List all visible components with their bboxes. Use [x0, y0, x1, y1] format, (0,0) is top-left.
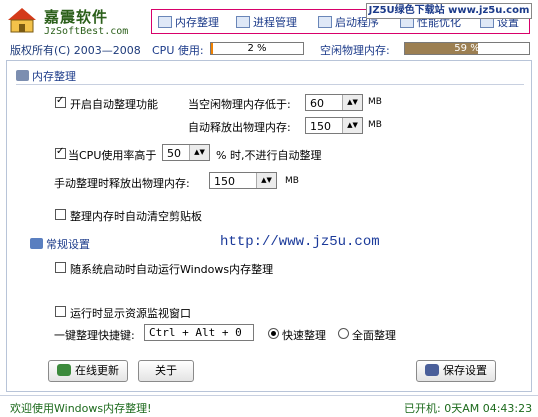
save-settings-label: 保存设置: [443, 364, 487, 377]
cpu-usage-label: CPU 使用:: [152, 44, 204, 57]
memory-section-divider: [16, 84, 524, 85]
startup-icon: [318, 16, 332, 28]
general-section-icon: [30, 238, 43, 249]
auto-enable-checkbox[interactable]: [55, 95, 66, 108]
full-cleanup-radio[interactable]: [338, 328, 349, 339]
clipboard-label: 整理内存时自动清空剪贴板: [70, 210, 202, 223]
quick-cleanup-label: 快速整理: [282, 329, 326, 342]
manual-release-unit: MB: [285, 176, 299, 186]
manual-release-value: 150: [214, 175, 235, 188]
cpu-threshold-value: 50: [167, 147, 181, 160]
spinner-arrows-icon[interactable]: ▲▼: [189, 145, 209, 160]
monitor-label: 运行时显示资源监视窗口: [70, 307, 191, 320]
free-memory-label: 空闲物理内存:: [320, 44, 390, 57]
status-welcome: 欢迎使用Windows内存整理!: [10, 402, 152, 415]
cpu-condition-checkbox[interactable]: [55, 146, 66, 159]
save-icon: [425, 364, 439, 376]
cpu-usage-bar: 2 %: [210, 42, 304, 55]
cpu-threshold-spinner[interactable]: 50 ▲▼: [162, 144, 210, 161]
status-uptime: 已开机: 0天AM 04:43:23: [404, 402, 533, 415]
threshold-value: 60: [310, 97, 324, 110]
header: 嘉震软件 JzSoftBest.com 版权所有(C) 2003—2008 内存…: [0, 0, 538, 60]
release-unit: MB: [368, 120, 382, 130]
memory-icon: [158, 16, 172, 28]
autostart-checkbox[interactable]: [55, 262, 66, 273]
free-memory-text: 59 %: [454, 43, 480, 54]
release-label: 自动释放出物理内存:: [188, 121, 291, 134]
globe-icon: [57, 364, 71, 376]
threshold-spinner[interactable]: 60 ▲▼: [305, 94, 363, 111]
tab-process-label: 进程管理: [253, 16, 297, 29]
cpu-condition-label: 当CPU使用率高于: [68, 149, 157, 162]
clipboard-checkbox[interactable]: [55, 209, 66, 220]
spinner-arrows-icon[interactable]: ▲▼: [256, 173, 276, 188]
tab-process[interactable]: 进程管理: [236, 14, 297, 30]
auto-enable-label: 开启自动整理功能: [70, 98, 158, 111]
tab-memory[interactable]: 内存整理: [158, 14, 219, 30]
monitor-checkbox[interactable]: [55, 306, 66, 317]
watermark: JZ5U绿色下载站 www.jz5u.com: [366, 3, 532, 19]
hotkey-input[interactable]: Ctrl + Alt + 0: [144, 324, 254, 341]
about-label: 关于: [155, 364, 177, 377]
threshold-label: 当空闲物理内存低于:: [188, 98, 291, 111]
memory-section-title: 内存整理: [16, 68, 76, 84]
online-update-label: 在线更新: [75, 364, 119, 377]
full-cleanup-label: 全面整理: [352, 329, 396, 342]
tab-memory-label: 内存整理: [175, 16, 219, 29]
manual-release-spinner[interactable]: 150 ▲▼: [209, 172, 277, 189]
threshold-unit: MB: [368, 97, 382, 107]
spinner-arrows-icon[interactable]: ▲▼: [342, 118, 362, 133]
quick-cleanup-radio[interactable]: [268, 328, 279, 339]
memory-section-label: 内存整理: [32, 70, 76, 83]
release-value: 150: [310, 120, 331, 133]
process-icon: [236, 16, 250, 28]
manual-release-label: 手动整理时释放出物理内存:: [54, 177, 190, 190]
general-section-label: 常规设置: [46, 238, 90, 251]
cpu-usage-text: 2 %: [247, 43, 267, 54]
release-spinner[interactable]: 150 ▲▼: [305, 117, 363, 134]
free-memory-bar: 59 %: [404, 42, 530, 55]
about-button[interactable]: 关于: [138, 360, 194, 382]
brand-site: JzSoftBest.com: [44, 26, 129, 37]
spinner-arrows-icon[interactable]: ▲▼: [342, 95, 362, 110]
brand-name: 嘉震软件: [44, 8, 109, 26]
hotkey-label: 一键整理快捷键:: [54, 329, 135, 342]
status-bar: 欢迎使用Windows内存整理! 已开机: 0天AM 04:43:23: [0, 395, 538, 417]
online-update-button[interactable]: 在线更新: [48, 360, 128, 382]
copyright: 版权所有(C) 2003—2008: [10, 44, 141, 57]
general-section-title: 常规设置: [30, 236, 90, 252]
cpu-condition-suffix: % 时,不进行自动整理: [216, 149, 322, 162]
memory-section-icon: [16, 70, 29, 81]
site-url[interactable]: http://www.jz5u.com: [220, 234, 380, 250]
autostart-label: 随系统启动时自动运行Windows内存整理: [70, 263, 274, 276]
app-logo: [6, 6, 38, 34]
save-settings-button[interactable]: 保存设置: [416, 360, 496, 382]
